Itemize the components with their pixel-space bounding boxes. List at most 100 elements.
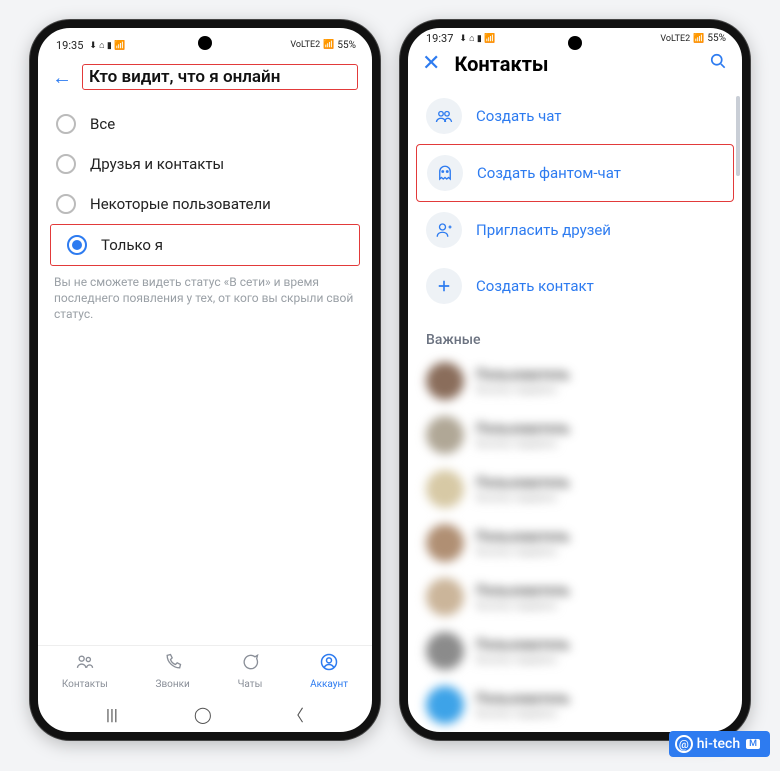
plus-icon bbox=[426, 268, 462, 304]
action-create-contact[interactable]: Создать контакт bbox=[416, 258, 734, 314]
contact-name: Пользователь bbox=[476, 475, 570, 491]
title-highlight: Кто видит, что я онлайн bbox=[82, 64, 358, 90]
option-label: Некоторые пользователи bbox=[90, 195, 271, 213]
group-icon bbox=[426, 98, 462, 134]
bottom-nav: Контакты Звонки Чаты Аккаунт bbox=[38, 645, 372, 692]
wifi-icon: 📶 bbox=[323, 40, 334, 50]
action-create-chat[interactable]: Создать чат bbox=[416, 88, 734, 144]
camera-notch bbox=[198, 36, 212, 50]
option-label: Друзья и контакты bbox=[90, 155, 224, 173]
option-some[interactable]: Некоторые пользователи bbox=[40, 184, 370, 224]
contact-name: Пользователь bbox=[476, 583, 570, 599]
option-friends[interactable]: Друзья и контакты bbox=[40, 144, 370, 184]
watermark-badge: @ hi-tech M bbox=[669, 731, 770, 757]
nav-label: Звонки bbox=[156, 679, 190, 690]
helper-text: Вы не сможете видеть статус «В сети» и в… bbox=[38, 266, 372, 323]
scrollbar[interactable] bbox=[736, 96, 740, 176]
contact-name: Пользователь bbox=[476, 367, 570, 383]
nav-chats[interactable]: Чаты bbox=[238, 652, 263, 690]
list-item[interactable]: Пользовательбыл(а) недавно bbox=[414, 354, 736, 408]
status-battery: 55% bbox=[707, 33, 726, 44]
sysnav-back-icon[interactable]: 〈 bbox=[288, 702, 304, 726]
section-title: Важные bbox=[408, 318, 742, 354]
radio-icon bbox=[56, 114, 76, 134]
action-label: Создать чат bbox=[476, 107, 562, 125]
system-nav: ||| ◯ 〈 bbox=[38, 692, 372, 732]
avatar bbox=[426, 686, 464, 724]
phone-icon bbox=[156, 652, 190, 677]
sysnav-recent-icon[interactable]: ||| bbox=[106, 705, 118, 724]
back-arrow-icon[interactable]: ← bbox=[52, 65, 72, 90]
list-item[interactable]: Пользовательбыл(а) недавно bbox=[414, 408, 736, 462]
contact-sub: был(а) недавно bbox=[476, 383, 570, 396]
status-indicators-icon: ⬇ ⌂ ▮ 📶 bbox=[459, 33, 495, 44]
nav-calls[interactable]: Звонки bbox=[156, 652, 190, 690]
watermark-tag: M bbox=[746, 739, 760, 749]
contact-name: Пользователь bbox=[476, 421, 570, 437]
nav-label: Чаты bbox=[238, 679, 263, 690]
phone-right: 19:37 ⬇ ⌂ ▮ 📶 VoLTE2 📶 55% ✕ Контакты Со… bbox=[400, 20, 750, 740]
list-item[interactable]: Пользовательбыл(а) недавно bbox=[414, 462, 736, 516]
option-label: Только я bbox=[101, 236, 163, 254]
header: ← Кто видит, что я онлайн bbox=[38, 58, 372, 98]
avatar bbox=[426, 524, 464, 562]
action-label: Пригласить друзей bbox=[476, 221, 611, 239]
chat-icon bbox=[238, 652, 263, 677]
avatar bbox=[426, 470, 464, 508]
watermark-text: hi-tech bbox=[697, 736, 740, 752]
status-indicators-icon: ⬇ ⌂ ▮ 📶 bbox=[89, 40, 125, 51]
ghost-icon bbox=[427, 155, 463, 191]
contact-sub: был(а) недавно bbox=[476, 599, 570, 612]
wifi-icon: 📶 bbox=[693, 34, 704, 44]
contact-actions: Создать чат Создать фантом-чат Пригласит… bbox=[408, 84, 742, 318]
avatar bbox=[426, 632, 464, 670]
contact-name: Пользователь bbox=[476, 529, 570, 545]
action-label: Создать фантом-чат bbox=[477, 164, 621, 182]
radio-selected-icon bbox=[67, 235, 87, 255]
radio-icon bbox=[56, 194, 76, 214]
close-icon[interactable]: ✕ bbox=[422, 51, 440, 76]
contact-sub: был(а) недавно bbox=[476, 437, 570, 450]
phone-left: 19:35 ⬇ ⌂ ▮ 📶 VoLTE2 📶 55% ← Кто видит, … bbox=[30, 20, 380, 740]
option-only-me[interactable]: Только я bbox=[50, 224, 360, 266]
avatar bbox=[426, 416, 464, 454]
contacts-icon bbox=[62, 652, 108, 677]
contact-sub: был(а) недавно bbox=[476, 491, 570, 504]
list-item[interactable]: Пользовательбыл(а) недавно bbox=[414, 570, 736, 624]
nav-account[interactable]: Аккаунт bbox=[310, 652, 348, 690]
action-invite-friends[interactable]: Пригласить друзей bbox=[416, 202, 734, 258]
add-user-icon bbox=[426, 212, 462, 248]
status-time: 19:35 bbox=[56, 39, 83, 52]
page-title: Кто видит, что я онлайн bbox=[89, 67, 351, 87]
radio-icon bbox=[56, 154, 76, 174]
sysnav-home-icon[interactable]: ◯ bbox=[194, 705, 212, 724]
contact-sub: был(а) недавно bbox=[476, 707, 570, 720]
contacts-list-blurred: Пользовательбыл(а) недавно Пользовательб… bbox=[408, 354, 742, 732]
visibility-options: Все Друзья и контакты Некоторые пользова… bbox=[38, 98, 372, 266]
camera-notch bbox=[568, 36, 582, 50]
status-time: 19:37 bbox=[426, 32, 453, 45]
action-label: Создать контакт bbox=[476, 277, 594, 295]
nav-label: Аккаунт bbox=[310, 679, 348, 690]
page-title: Контакты bbox=[454, 52, 694, 76]
list-item[interactable]: Пользовательбыл(а) недавно bbox=[414, 678, 736, 732]
status-battery: 55% bbox=[337, 40, 356, 51]
list-item[interactable]: Пользовательбыл(а) недавно bbox=[414, 624, 736, 678]
contact-sub: был(а) недавно bbox=[476, 545, 570, 558]
list-item[interactable]: Пользовательбыл(а) недавно bbox=[414, 516, 736, 570]
avatar bbox=[426, 362, 464, 400]
search-icon[interactable] bbox=[708, 51, 728, 76]
status-net: VoLTE2 bbox=[660, 34, 690, 44]
contact-name: Пользователь bbox=[476, 691, 570, 707]
nav-label: Контакты bbox=[62, 679, 108, 690]
at-icon: @ bbox=[675, 735, 693, 753]
option-all[interactable]: Все bbox=[40, 104, 370, 144]
nav-contacts[interactable]: Контакты bbox=[62, 652, 108, 690]
account-icon bbox=[310, 652, 348, 677]
avatar bbox=[426, 578, 464, 616]
option-label: Все bbox=[90, 115, 115, 133]
header: ✕ Контакты bbox=[408, 45, 742, 84]
contact-name: Пользователь bbox=[476, 637, 570, 653]
status-net: VoLTE2 bbox=[290, 40, 320, 50]
action-phantom-chat[interactable]: Создать фантом-чат bbox=[416, 144, 734, 202]
